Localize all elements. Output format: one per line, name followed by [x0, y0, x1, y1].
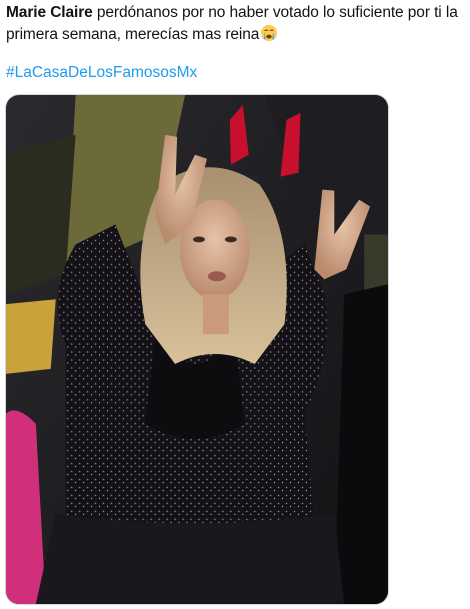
photo-illustration: [6, 95, 388, 604]
tweet-photo[interactable]: [5, 94, 389, 605]
tweet-body-line-1: perdónanos por no haber votado lo sufici…: [92, 4, 458, 21]
loudly-crying-face-icon: [260, 24, 278, 42]
tweet-mention[interactable]: Marie Claire: [6, 4, 93, 21]
hashtag-link[interactable]: #LaCasaDeLosFamososMx: [6, 62, 197, 84]
tweet-body-line-2: primera semana, merecías mas reina: [6, 26, 260, 43]
tweet-text: Marie Claire perdónanos por no haber vot…: [6, 2, 466, 46]
